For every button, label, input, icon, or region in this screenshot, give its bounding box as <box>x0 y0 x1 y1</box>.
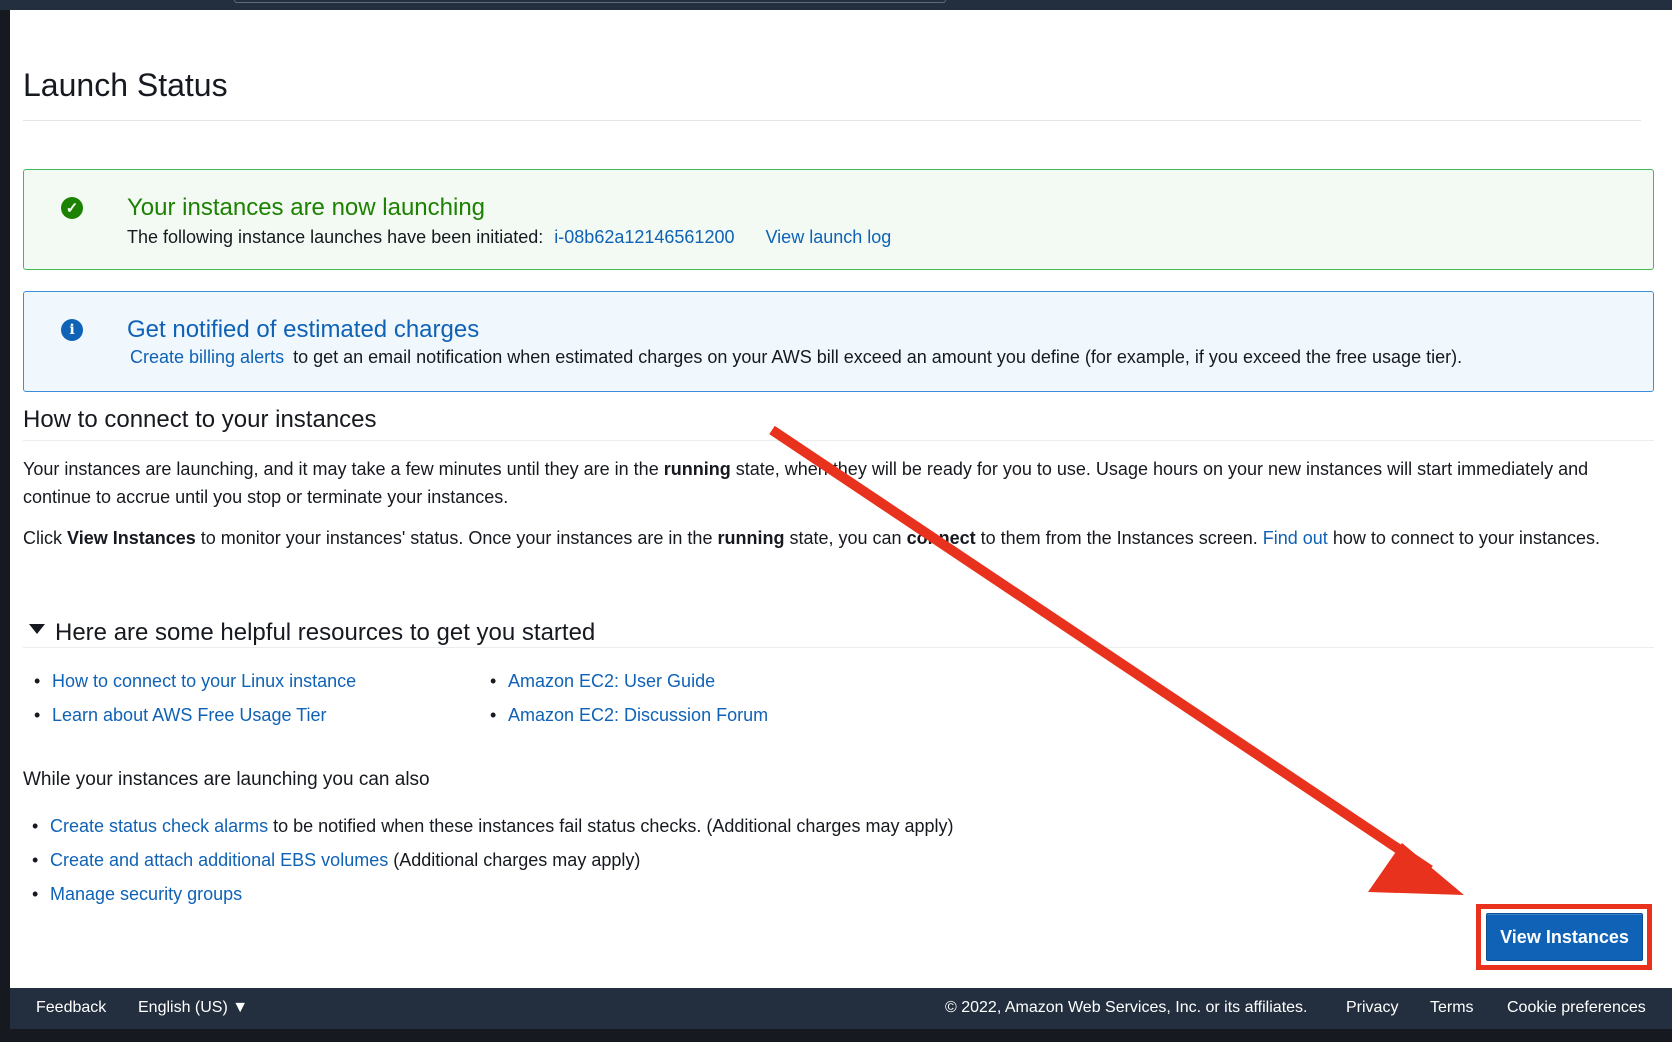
list-item: Create status check alarms to be notifie… <box>21 814 953 848</box>
find-out-link[interactable]: Find out <box>1263 528 1328 548</box>
linux-connect-link[interactable]: How to connect to your Linux instance <box>52 671 356 691</box>
also-text-1: to be notified when these instances fail… <box>273 816 954 836</box>
terms-link[interactable]: Terms <box>1430 999 1474 1017</box>
p2-b: to monitor your instances' status. Once … <box>200 528 713 548</box>
resources-heading[interactable]: Here are some helpful resources to get y… <box>55 619 595 647</box>
connect-divider <box>23 440 1654 441</box>
list-item: Amazon EC2: User Guide <box>479 669 768 703</box>
check-circle-icon: ✓ <box>61 197 83 219</box>
info-text: to get an email notification when estima… <box>293 347 1463 367</box>
footer-bar: Feedback English (US) ▼ © 2022, Amazon W… <box>10 988 1672 1029</box>
security-groups-link[interactable]: Manage security groups <box>50 884 242 904</box>
p2-a: Click <box>23 528 62 548</box>
info-circle-icon: i <box>61 319 83 341</box>
connect-paragraph-2: Click View Instances to monitor your ins… <box>23 524 1653 552</box>
list-item: Learn about AWS Free Usage Tier <box>23 703 356 737</box>
success-body: The following instance launches have bee… <box>127 227 891 248</box>
privacy-link[interactable]: Privacy <box>1346 999 1398 1017</box>
ec2-forum-link[interactable]: Amazon EC2: Discussion Forum <box>508 705 768 725</box>
bottom-strip <box>0 1029 1672 1042</box>
success-heading: Your instances are now launching <box>127 194 486 221</box>
list-item: Create and attach additional EBS volumes… <box>21 848 953 882</box>
also-list: Create status check alarms to be notifie… <box>21 814 953 916</box>
free-tier-link[interactable]: Learn about AWS Free Usage Tier <box>52 705 326 725</box>
view-instances-button[interactable]: View Instances <box>1486 913 1643 961</box>
p2-e: how to connect to your instances. <box>1332 528 1600 548</box>
resources-list-left: How to connect to your Linux instance Le… <box>23 669 356 737</box>
p2-bold-connect: connect <box>906 528 976 548</box>
feedback-link[interactable]: Feedback <box>36 999 106 1017</box>
main-content: Launch Status ✓ Your instances are now l… <box>10 10 1672 988</box>
ec2-user-guide-link[interactable]: Amazon EC2: User Guide <box>508 671 715 691</box>
title-divider <box>23 120 1641 121</box>
connect-heading: How to connect to your instances <box>23 406 377 433</box>
also-heading: While your instances are launching you c… <box>23 769 430 790</box>
p2-d: to them from the Instances screen. <box>980 528 1258 548</box>
status-check-alarms-link[interactable]: Create status check alarms <box>50 816 268 836</box>
page-title: Launch Status <box>23 67 228 103</box>
p2-bold-view-instances: View Instances <box>67 528 196 548</box>
connect-paragraph-1: Your instances are launching, and it may… <box>23 455 1653 511</box>
billing-info-alert: i Get notified of estimated charges Crea… <box>23 291 1654 392</box>
list-item: Manage security groups <box>21 882 953 916</box>
p2-c: state, you can <box>789 528 902 548</box>
resources-list-right: Amazon EC2: User Guide Amazon EC2: Discu… <box>479 669 768 737</box>
resources-divider <box>23 647 1654 648</box>
p1-bold: running <box>663 459 731 479</box>
p1-a: Your instances are launching, and it may… <box>23 459 659 479</box>
launch-success-alert: ✓ Your instances are now launching The f… <box>23 169 1654 270</box>
list-item: How to connect to your Linux instance <box>23 669 356 703</box>
top-search-bar[interactable] <box>234 0 946 3</box>
p2-bold-running: running <box>717 528 785 548</box>
also-text-2: (Additional charges may apply) <box>393 850 641 870</box>
collapse-caret-icon[interactable] <box>29 624 45 634</box>
info-body: Create billing alerts to get an email no… <box>130 347 1462 368</box>
info-heading: Get notified of estimated charges <box>127 316 480 343</box>
ebs-volumes-link[interactable]: Create and attach additional EBS volumes <box>50 850 388 870</box>
top-nav-bar <box>0 0 1672 10</box>
list-item: Amazon EC2: Discussion Forum <box>479 703 768 737</box>
language-selector[interactable]: English (US) ▼ <box>138 999 248 1017</box>
success-text: The following instance launches have bee… <box>127 227 544 247</box>
cookie-preferences-link[interactable]: Cookie preferences <box>1507 999 1646 1017</box>
instance-id-link[interactable]: i-08b62a12146561200 <box>554 227 734 247</box>
view-launch-log-link[interactable]: View launch log <box>766 227 892 247</box>
create-billing-alerts-link[interactable]: Create billing alerts <box>130 347 284 367</box>
copyright-text: © 2022, Amazon Web Services, Inc. or its… <box>945 999 1308 1016</box>
